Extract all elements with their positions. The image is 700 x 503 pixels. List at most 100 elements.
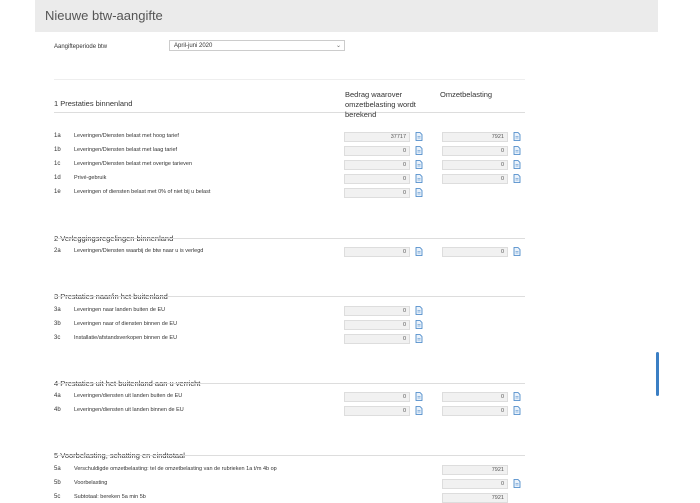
- chevron-down-icon: ⌄: [335, 43, 341, 49]
- document-icon[interactable]: [415, 188, 423, 197]
- row-5b: 5b Voorbelasting 0: [54, 479, 534, 489]
- row-code: 1e: [54, 189, 61, 195]
- amount-field[interactable]: 0: [344, 334, 410, 344]
- section-divider: [54, 112, 525, 113]
- document-icon[interactable]: [415, 334, 423, 343]
- page-title: Nieuwe btw-aangifte: [45, 8, 163, 23]
- tax-field: 7921: [442, 465, 508, 475]
- document-icon[interactable]: [513, 392, 521, 401]
- row-code: 1c: [54, 161, 61, 167]
- amount-field[interactable]: 0: [344, 392, 410, 402]
- tax-field[interactable]: 0: [442, 392, 508, 402]
- row-4b: 4b Leveringen/diensten uit landen binnen…: [54, 406, 534, 416]
- amount-field[interactable]: 0: [344, 174, 410, 184]
- amount-field[interactable]: 0: [344, 146, 410, 156]
- section-1: 1 Prestaties binnenland: [54, 93, 525, 113]
- row-1d: 1d Privé-gebruik 0 0: [54, 174, 534, 184]
- page-header: Nieuwe btw-aangifte: [35, 0, 658, 32]
- amount-field[interactable]: 0: [344, 320, 410, 330]
- row-1a: 1a Leveringen/Diensten belast met hoog t…: [54, 132, 534, 142]
- document-icon[interactable]: [415, 247, 423, 256]
- document-icon[interactable]: [415, 320, 423, 329]
- section-3: 3 Prestaties naar/in het buitenland: [54, 286, 525, 304]
- row-description: Verschuldigde omzetbelasting: tel de omz…: [74, 466, 277, 472]
- period-label: Aangifteperiode btw: [54, 44, 108, 50]
- tax-field[interactable]: 0: [442, 247, 508, 257]
- row-description: Privé-gebruik: [74, 175, 107, 181]
- tax-field[interactable]: 7921: [442, 132, 508, 142]
- document-icon[interactable]: [513, 406, 521, 415]
- column-amount-header: Bedrag waarover omzetbelasting wordt ber…: [345, 90, 416, 119]
- row-description: Leveringen/Diensten belast met hoog tari…: [74, 133, 179, 139]
- row-description: Installatie/afstandsverkopen binnen de E…: [74, 335, 178, 341]
- row-code: 5c: [54, 494, 61, 500]
- row-5a: 5a Verschuldigde omzetbelasting: tel de …: [54, 465, 534, 475]
- row-code: 3c: [54, 335, 61, 341]
- document-icon[interactable]: [415, 160, 423, 169]
- row-description: Leveringen/Diensten belast met laag tari…: [74, 147, 178, 153]
- row-3b: 3b Leveringen naar of diensten binnen de…: [54, 320, 534, 330]
- section-divider: [54, 296, 525, 297]
- section-2: 2 Verleggingsregelingen binnenland: [54, 228, 525, 246]
- document-icon[interactable]: [415, 146, 423, 155]
- document-icon[interactable]: [415, 306, 423, 315]
- document-icon[interactable]: [415, 132, 423, 141]
- column-tax-header: Omzetbelasting: [440, 90, 493, 99]
- row-description: Subtotaal: bereken 5a min 5b: [74, 494, 146, 500]
- amount-field[interactable]: 0: [344, 160, 410, 170]
- row-code: 3a: [54, 307, 61, 313]
- row-description: Voorbelasting: [74, 480, 108, 486]
- row-1e: 1e Leveringen of diensten belast met 0% …: [54, 188, 534, 198]
- section-4: 4 Prestaties uit het buitenland aan u ve…: [54, 373, 525, 391]
- row-code: 1a: [54, 133, 61, 139]
- row-4a: 4a Leveringen/diensten uit landen buiten…: [54, 392, 534, 402]
- row-3c: 3c Installatie/afstandsverkopen binnen d…: [54, 334, 534, 344]
- document-icon[interactable]: [513, 247, 521, 256]
- row-description: Leveringen naar landen buiten de EU: [74, 307, 166, 313]
- tax-field[interactable]: 0: [442, 174, 508, 184]
- document-icon[interactable]: [513, 479, 521, 488]
- tax-field: 7921: [442, 493, 508, 503]
- row-code: 5a: [54, 466, 61, 472]
- row-code: 2a: [54, 248, 61, 254]
- scrollbar-thumb[interactable]: [656, 352, 659, 396]
- period-select[interactable]: April-juni 2020 ⌄: [169, 40, 345, 51]
- row-description: Leveringen/Diensten waarbij de btw naar …: [74, 248, 204, 254]
- row-code: 4b: [54, 407, 61, 413]
- amount-field[interactable]: 0: [344, 188, 410, 198]
- row-code: 4a: [54, 393, 61, 399]
- row-code: 1b: [54, 147, 61, 153]
- row-code: 3b: [54, 321, 61, 327]
- row-description: Leveringen/Diensten belast met overige t…: [74, 161, 193, 167]
- row-description: Leveringen/diensten uit landen binnen de…: [74, 407, 184, 413]
- divider: [54, 79, 525, 80]
- row-3a: 3a Leveringen naar landen buiten de EU 0: [54, 306, 534, 316]
- section-divider: [54, 455, 525, 456]
- row-code: 1d: [54, 175, 61, 181]
- section-title: 1 Prestaties binnenland: [54, 99, 133, 108]
- amount-field[interactable]: 0: [344, 406, 410, 416]
- vat-return-form: Aangifteperiode btw April-juni 2020 ⌄ 1 …: [35, 32, 658, 503]
- row-code: 5b: [54, 480, 61, 486]
- tax-field[interactable]: 0: [442, 479, 508, 489]
- document-icon[interactable]: [513, 146, 521, 155]
- period-value: April-juni 2020: [174, 43, 213, 49]
- amount-field[interactable]: 37717: [344, 132, 410, 142]
- row-1b: 1b Leveringen/Diensten belast met laag t…: [54, 146, 534, 156]
- amount-field[interactable]: 0: [344, 247, 410, 257]
- row-description: Leveringen naar of diensten binnen de EU: [74, 321, 178, 327]
- row-1c: 1c Leveringen/Diensten belast met overig…: [54, 160, 534, 170]
- document-icon[interactable]: [415, 406, 423, 415]
- document-icon[interactable]: [513, 174, 521, 183]
- tax-field[interactable]: 0: [442, 160, 508, 170]
- document-icon[interactable]: [513, 160, 521, 169]
- tax-field[interactable]: 0: [442, 146, 508, 156]
- section-divider: [54, 383, 525, 384]
- document-icon[interactable]: [415, 392, 423, 401]
- tax-field[interactable]: 0: [442, 406, 508, 416]
- section-5: 5 Voorbelasting, schatting en eindtotaal: [54, 445, 525, 463]
- row-5c: 5c Subtotaal: bereken 5a min 5b 7921: [54, 493, 534, 503]
- document-icon[interactable]: [513, 132, 521, 141]
- amount-field[interactable]: 0: [344, 306, 410, 316]
- document-icon[interactable]: [415, 174, 423, 183]
